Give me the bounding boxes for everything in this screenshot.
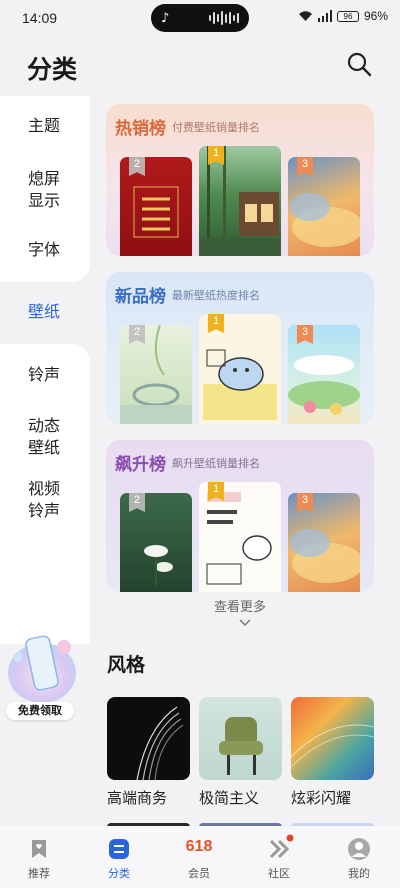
style-tile-business[interactable] (107, 697, 190, 780)
battery-level: 96 (343, 11, 353, 21)
tab-community[interactable]: 社区 (248, 832, 310, 884)
style-tile-minimal[interactable] (199, 697, 282, 780)
tab-mine[interactable]: 我的 (328, 832, 390, 884)
tab-label: 社区 (268, 867, 290, 880)
wallpaper-thumb[interactable]: 1 (199, 482, 281, 592)
page-title: 分类 (27, 55, 78, 84)
ranking-subtitle: 付费壁纸销量排名 (172, 121, 260, 134)
style-label: 炫彩闪耀 (291, 789, 352, 807)
tab-label: 我的 (348, 867, 370, 880)
tab-category[interactable]: 分类 (88, 832, 150, 884)
tab-label: 会员 (188, 867, 210, 880)
header: 分类 (0, 44, 400, 90)
style-label: 高端商务 (107, 789, 168, 807)
sidebar-item-video-ringtone[interactable]: 视频 铃声 (0, 478, 90, 522)
ranking-title: 飙升榜 (115, 455, 166, 475)
bookmark-heart-icon (32, 840, 46, 858)
avatar-icon (348, 838, 370, 860)
ranking-subtitle: 最新壁纸热度排名 (172, 289, 260, 302)
wallpaper-thumb[interactable]: 3 (288, 493, 360, 592)
style-label: 极简主义 (199, 789, 260, 807)
wifi-icon (298, 11, 312, 21)
wallpaper-thumb[interactable]: 1 (199, 146, 281, 256)
free-claim-button[interactable]: 免费领取 (6, 702, 74, 720)
ranking-card-rise[interactable]: 飙升榜 飙升壁纸销量排名 2 1 3 (106, 440, 374, 592)
wallpaper-thumb[interactable]: 2 (120, 157, 192, 256)
status-indicators: 96 96% (298, 9, 388, 23)
tab-label: 分类 (108, 867, 130, 880)
wallpaper-thumb[interactable]: 1 (199, 314, 281, 424)
section-title-style: 风格 (107, 654, 146, 676)
sidebar-item-live-wallpaper[interactable]: 动态 壁纸 (0, 415, 90, 459)
sidebar-item-wallpaper[interactable]: 壁纸 (0, 301, 90, 323)
ranking-title: 新品榜 (115, 287, 166, 307)
tiktok-icon: ♪ (161, 10, 170, 26)
promo-gift-illustration (8, 635, 76, 703)
tab-recommend[interactable]: 推荐 (8, 832, 70, 884)
notification-dot (286, 834, 294, 842)
bottom-tab-bar: 推荐 分类 618 会员 社区 我的 (0, 826, 400, 888)
ranking-card-new[interactable]: 新品榜 最新壁纸热度排名 2 1 3 (106, 272, 374, 424)
ranking-subtitle: 飙升壁纸销量排名 (172, 457, 260, 470)
chevron-down-icon[interactable] (239, 619, 251, 627)
status-time: 14:09 (22, 10, 58, 26)
wallpaper-thumb[interactable]: 2 (120, 493, 192, 592)
sidebar-item-ringtone[interactable]: 铃声 (0, 364, 90, 386)
sidebar-item-aod[interactable]: 熄屏 显示 (0, 168, 90, 212)
see-more-link[interactable]: 查看更多 (106, 596, 374, 615)
battery-percent: 96% (363, 9, 388, 23)
sidebar-item-font[interactable]: 字体 (0, 239, 90, 261)
wallpaper-thumb[interactable]: 3 (288, 157, 360, 256)
ranking-card-hot[interactable]: 热销榜 付费壁纸销量排名 2 1 3 (106, 104, 374, 256)
sidebar-item-theme[interactable]: 主题 (0, 115, 90, 137)
search-icon[interactable] (346, 51, 372, 77)
dynamic-island: ♪ (151, 4, 249, 32)
audio-wave-icon (209, 11, 239, 25)
wallpaper-thumb[interactable]: 3 (288, 325, 360, 424)
signal-icon (317, 10, 332, 22)
618-promo-icon: 618 (185, 838, 213, 855)
style-tile-colorful[interactable] (291, 697, 374, 780)
tab-label: 推荐 (28, 867, 50, 880)
battery-icon: 96 (336, 10, 359, 22)
wallpaper-thumb[interactable]: 2 (120, 325, 192, 424)
category-list-icon (109, 839, 129, 859)
tab-member[interactable]: 618 会员 (168, 832, 230, 884)
ranking-title: 热销榜 (115, 119, 166, 139)
